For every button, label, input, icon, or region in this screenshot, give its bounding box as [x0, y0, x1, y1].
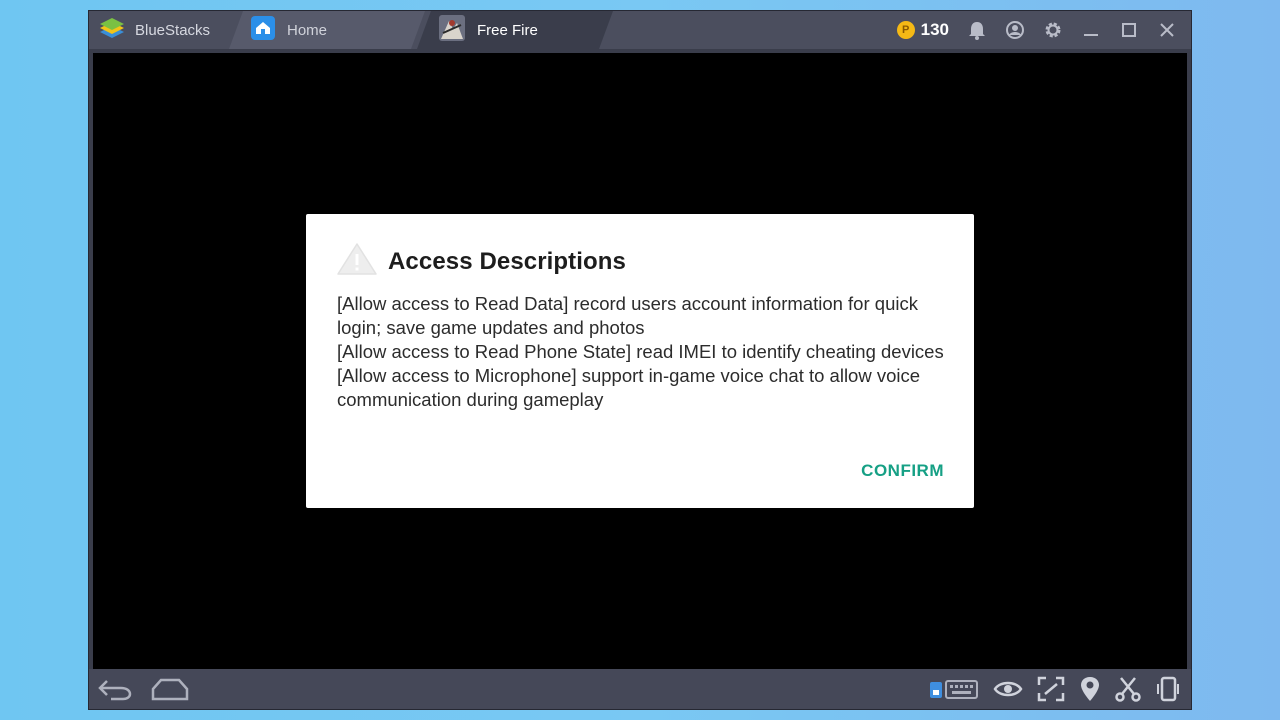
- coin-balance[interactable]: P 130: [896, 20, 949, 40]
- permission-read-data: [Allow access to Read Data] record users…: [337, 293, 918, 338]
- coin-icon: P: [896, 21, 915, 39]
- android-screen: Access Descriptions [Allow access to Rea…: [93, 53, 1187, 669]
- access-descriptions-dialog: Access Descriptions [Allow access to Rea…: [306, 214, 974, 508]
- title-bar-controls: P 130: [896, 11, 1177, 49]
- permission-microphone: [Allow access to Microphone] support in-…: [337, 365, 921, 410]
- close-icon[interactable]: [1157, 20, 1177, 40]
- bell-icon[interactable]: [967, 20, 987, 40]
- home-icon[interactable]: [151, 675, 189, 703]
- bluestacks-brand-label: BlueStacks: [135, 21, 211, 39]
- dialog-header: Access Descriptions: [336, 242, 626, 281]
- dialog-body: [Allow access to Read Data] record users…: [337, 292, 957, 412]
- title-bar: BlueStacks Home Free Fire P 130: [89, 11, 1191, 49]
- warning-icon: [336, 242, 378, 281]
- gear-icon[interactable]: [1043, 20, 1063, 40]
- eye-icon[interactable]: [993, 675, 1023, 703]
- confirm-button[interactable]: CONFIRM: [861, 461, 944, 481]
- bottom-toolbar: [89, 669, 1191, 709]
- scissors-icon[interactable]: [1115, 675, 1141, 703]
- tab-free-fire[interactable]: Free Fire: [417, 11, 613, 49]
- dialog-title: Access Descriptions: [388, 247, 627, 275]
- permission-read-phone-state: [Allow access to Read Phone State] read …: [337, 341, 944, 362]
- fullscreen-icon[interactable]: [1037, 675, 1065, 703]
- bluestacks-window: BlueStacks Home Free Fire P 130 Access D…: [88, 10, 1192, 710]
- keyboard-icon[interactable]: [929, 675, 979, 703]
- tab-home-label: Home: [287, 21, 328, 39]
- coin-count: 130: [920, 20, 949, 39]
- bluestacks-brand[interactable]: BlueStacks: [97, 11, 229, 49]
- location-icon[interactable]: [1079, 675, 1101, 703]
- minimize-icon[interactable]: [1081, 20, 1101, 40]
- phone-rotate-icon[interactable]: [1155, 675, 1181, 703]
- account-icon[interactable]: [1005, 20, 1025, 40]
- tab-free-fire-label: Free Fire: [477, 21, 538, 39]
- home-tab-icon: [251, 16, 275, 45]
- tab-home[interactable]: Home: [229, 11, 425, 49]
- android-nav: [97, 669, 189, 709]
- bluestacks-logo-icon: [97, 15, 127, 46]
- free-fire-tab-icon: [439, 15, 465, 46]
- toolbar-actions: [929, 669, 1181, 709]
- maximize-icon[interactable]: [1119, 20, 1139, 40]
- back-icon[interactable]: [97, 675, 133, 703]
